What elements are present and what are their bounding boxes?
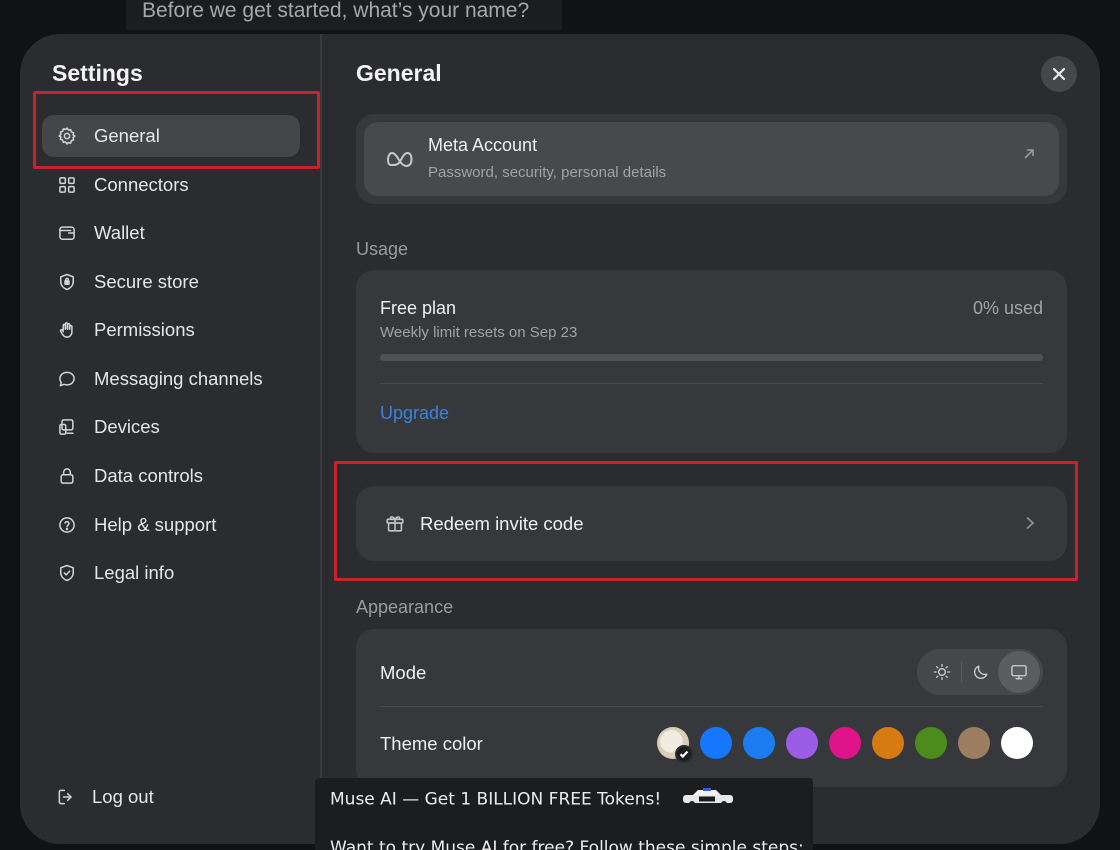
theme-swatch-image[interactable] xyxy=(657,727,693,763)
close-button[interactable] xyxy=(1041,56,1077,92)
system-mode-button[interactable] xyxy=(998,651,1040,693)
theme-swatch-5[interactable] xyxy=(872,727,904,759)
sidebar-item-data-controls[interactable]: Data controls xyxy=(42,455,300,497)
theme-color-label: Theme color xyxy=(380,733,483,754)
plan-usage-percent: 0% used xyxy=(972,298,1043,318)
chat-bubble-icon xyxy=(56,368,78,390)
mode-label: Mode xyxy=(380,662,427,683)
sidebar-title: Settings xyxy=(52,60,143,86)
redeem-invite-code-button[interactable]: Redeem invite code xyxy=(356,486,1067,561)
meta-account-card: Meta Account Password, security, persona… xyxy=(356,114,1067,204)
theme-swatch-4[interactable] xyxy=(829,727,861,759)
plan-reset-text: Weekly limit resets on Sep 23 xyxy=(380,324,578,341)
theme-swatch-3[interactable] xyxy=(786,727,818,759)
meta-account-title: Meta Account xyxy=(428,135,538,155)
settings-sidebar: Settings General Connectors Wallet Secur… xyxy=(20,34,322,844)
meta-infinity-icon xyxy=(386,148,414,175)
theme-swatch-8[interactable] xyxy=(1001,727,1033,759)
monitor-icon xyxy=(1011,665,1027,680)
sidebar-item-devices[interactable]: Devices xyxy=(42,406,300,448)
usage-card: Free plan Weekly limit resets on Sep 23 … xyxy=(356,270,1067,453)
appearance-section-label: Appearance xyxy=(356,597,454,617)
sidebar-item-wallet[interactable]: Wallet xyxy=(42,212,300,254)
sidebar-item-label: Connectors xyxy=(94,174,189,195)
theme-swatch-2[interactable] xyxy=(743,727,775,759)
sidebar-item-label: Help & support xyxy=(94,514,217,535)
sidebar-item-label: Data controls xyxy=(94,465,203,486)
sidebar-item-permissions[interactable]: Permissions xyxy=(42,309,300,351)
sidebar-item-label: Wallet xyxy=(94,222,145,243)
police-car-emoji-icon xyxy=(677,787,739,812)
usage-progress-bar xyxy=(380,354,1043,361)
logout-icon xyxy=(58,789,72,805)
sidebar-item-label: General xyxy=(94,125,160,146)
check-icon xyxy=(675,745,693,763)
settings-modal: Settings General Connectors Wallet Secur… xyxy=(20,34,1100,844)
question-circle-icon xyxy=(56,514,78,536)
sidebar-item-messaging-channels[interactable]: Messaging channels xyxy=(42,358,300,400)
lock-icon xyxy=(56,465,78,487)
shield-lock-icon xyxy=(56,271,78,293)
sidebar-item-legal-info[interactable]: Legal info xyxy=(42,552,300,594)
redeem-invite-code-label: Redeem invite code xyxy=(420,513,584,534)
theme-swatch-6[interactable] xyxy=(915,727,947,759)
sidebar-item-label: Devices xyxy=(94,416,160,437)
dark-mode-button[interactable] xyxy=(963,654,999,690)
close-icon xyxy=(1052,67,1066,81)
appearance-card: Mode Theme color xyxy=(356,629,1067,787)
gear-icon xyxy=(56,125,78,147)
theme-swatch-1[interactable] xyxy=(700,727,732,759)
devices-icon xyxy=(56,416,78,438)
plan-name: Free plan xyxy=(380,298,457,318)
sidebar-item-connectors[interactable]: Connectors xyxy=(42,164,300,206)
sidebar-item-label: Permissions xyxy=(94,319,195,340)
divider xyxy=(380,383,1043,384)
chevron-right-icon xyxy=(1024,516,1036,535)
logout-button[interactable]: Log out xyxy=(56,786,154,808)
divider xyxy=(380,706,1043,707)
hand-icon xyxy=(56,319,78,341)
meta-account-subtitle: Password, security, personal details xyxy=(428,164,667,181)
post-headline: Muse AI — Get 1 BILLION FREE Tokens! xyxy=(330,789,662,810)
background-prompt-text: Before we get started, what’s your name? xyxy=(126,0,562,30)
mode-toggle xyxy=(917,649,1043,695)
logout-label: Log out xyxy=(92,786,154,807)
moon-icon xyxy=(974,665,988,679)
upgrade-link[interactable]: Upgrade xyxy=(380,403,449,424)
overlay-post-snippet: Muse AI — Get 1 BILLION FREE Tokens! Wan… xyxy=(315,778,813,850)
grid-icon xyxy=(56,174,78,196)
mode-separator xyxy=(961,662,962,682)
sidebar-item-help-support[interactable]: Help & support xyxy=(42,504,300,546)
light-mode-button[interactable] xyxy=(924,654,960,690)
page-title: General xyxy=(356,60,442,86)
post-body-line: Want to try Muse AI for free? Follow the… xyxy=(330,838,804,850)
external-link-arrow-icon xyxy=(1022,147,1036,166)
meta-account-button[interactable]: Meta Account Password, security, persona… xyxy=(364,122,1059,196)
sidebar-item-label: Messaging channels xyxy=(94,368,263,389)
gift-icon xyxy=(384,512,406,539)
shield-check-icon xyxy=(56,562,78,584)
sidebar-item-label: Legal info xyxy=(94,562,175,583)
theme-swatch-7[interactable] xyxy=(958,727,990,759)
sun-icon xyxy=(933,663,951,681)
sidebar-item-label: Secure store xyxy=(94,271,199,292)
usage-section-label: Usage xyxy=(356,239,409,259)
sidebar-item-general[interactable]: General xyxy=(42,115,300,157)
sidebar-item-secure-store[interactable]: Secure store xyxy=(42,261,300,303)
wallet-icon xyxy=(56,222,78,244)
